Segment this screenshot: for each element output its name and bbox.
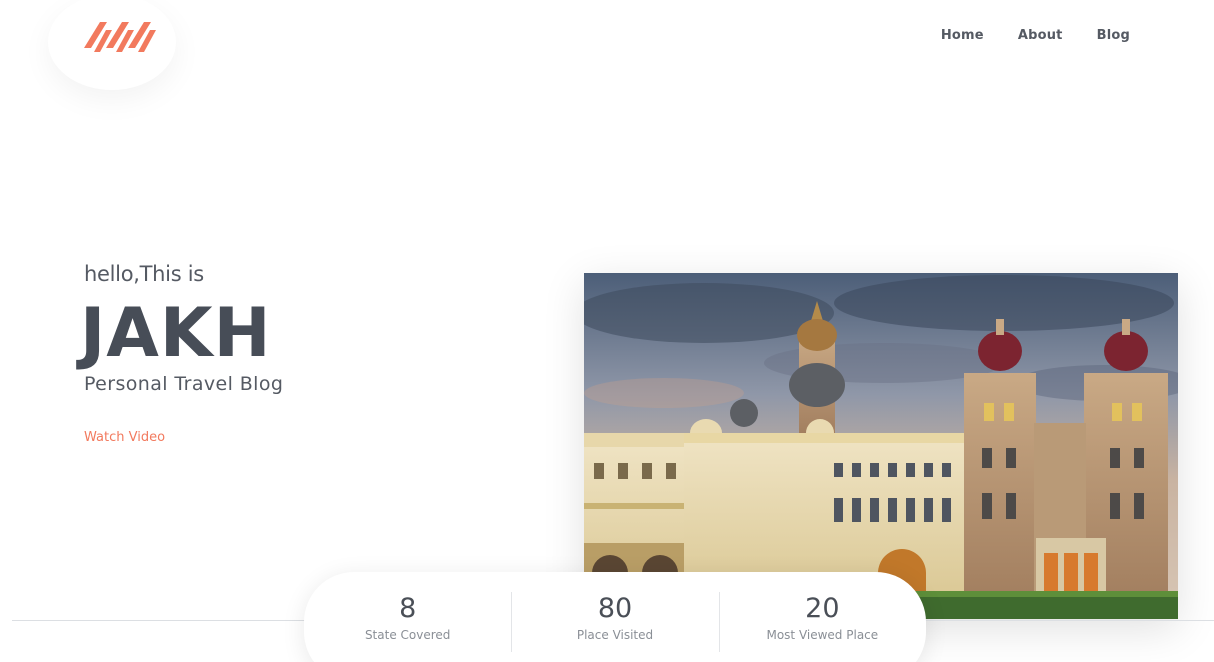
nav-about-link[interactable]: About (1018, 28, 1063, 43)
hero-greeting: hello,This is (84, 262, 204, 286)
stat-label: Place Visited (576, 628, 654, 642)
nav-home-link[interactable]: Home (941, 28, 984, 43)
stat-value: 80 (597, 593, 633, 624)
hero-subtitle: Personal Travel Blog (84, 373, 284, 395)
stat-place-visited: 80 Place Visited (511, 592, 718, 652)
stat-value: 8 (399, 593, 417, 624)
hero-name: JAKH (80, 294, 272, 373)
main-nav: Home About Blog (941, 28, 1130, 43)
stat-label: State Covered (364, 628, 451, 642)
stats-card: 8 State Covered 80 Place Visited 20 Most… (304, 572, 926, 662)
nav-blog-link[interactable]: Blog (1097, 28, 1130, 43)
stat-label: Most Viewed Place (766, 628, 879, 642)
page: Home About Blog hello,This is JAKH Perso… (0, 0, 1214, 662)
watch-video-link[interactable]: Watch Video (84, 430, 165, 445)
stat-value: 20 (805, 593, 840, 624)
stat-state-covered: 8 State Covered (304, 592, 511, 642)
brand-logo[interactable] (84, 18, 158, 56)
palace-photo (584, 273, 1178, 619)
stat-most-viewed: 20 Most Viewed Place (718, 592, 926, 652)
hero-image (584, 273, 1178, 619)
